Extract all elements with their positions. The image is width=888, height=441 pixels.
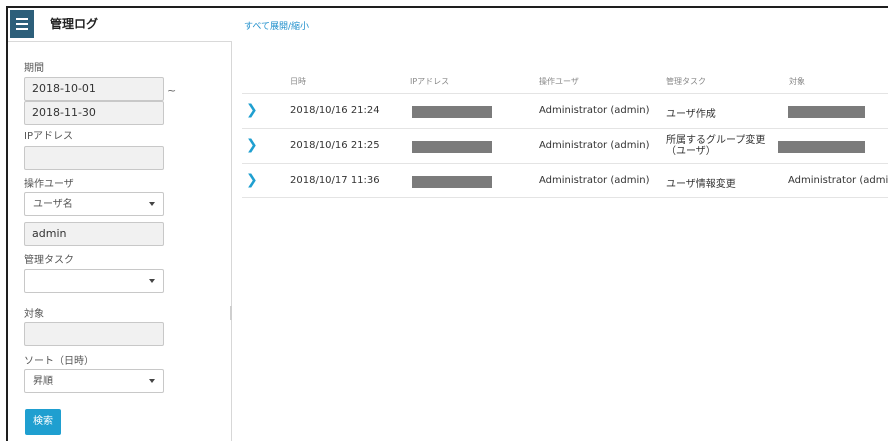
operator-type-select[interactable]: ユーザ名: [24, 192, 164, 216]
period-label: 期間: [24, 63, 44, 74]
chevron-right-icon[interactable]: ❯: [246, 138, 258, 152]
task-label: 管理タスク: [24, 255, 74, 266]
redacted-target: [778, 141, 865, 153]
task-select[interactable]: [24, 269, 164, 293]
operator-label: 操作ユーザ: [24, 179, 74, 190]
expand-collapse-all-link[interactable]: すべて展開/縮小: [244, 19, 309, 32]
log-table: 日時 IPアドレス 操作ユーザ 管理タスク 対象 ❯ 2018/10/16 21…: [242, 71, 888, 198]
main-content: すべて展開/縮小 日時 IPアドレス 操作ユーザ 管理タスク 対象 ❯ 2018…: [232, 8, 888, 441]
row-datetime: 2018/10/16 21:24: [290, 105, 380, 116]
chevron-down-icon: [149, 279, 155, 283]
chevron-right-icon[interactable]: ❯: [246, 173, 258, 187]
app-frame: 管理ログ 期間 2018-10-01 ~ 2018-11-30 IPアドレス 操…: [6, 6, 888, 441]
redacted-ip: [412, 141, 492, 153]
target-label: 対象: [24, 309, 44, 320]
redacted-target: [788, 106, 865, 118]
column-header-datetime[interactable]: 日時: [290, 76, 306, 87]
row-datetime: 2018/10/16 21:25: [290, 140, 380, 151]
sort-select[interactable]: 昇順: [24, 369, 164, 393]
row-datetime: 2018/10/17 11:36: [290, 175, 380, 186]
period-from-input[interactable]: 2018-10-01: [24, 77, 164, 101]
column-header-target[interactable]: 対象: [789, 76, 805, 87]
filter-sidebar: 管理ログ 期間 2018-10-01 ~ 2018-11-30 IPアドレス 操…: [8, 8, 232, 441]
column-header-operator[interactable]: 操作ユーザ: [539, 76, 579, 87]
row-operator: Administrator (admin): [539, 140, 650, 151]
target-input[interactable]: [24, 322, 164, 346]
ip-input[interactable]: [24, 146, 164, 170]
sidebar-header: 管理ログ: [8, 8, 232, 42]
period-to-input[interactable]: 2018-11-30: [24, 101, 164, 125]
chevron-down-icon: [149, 202, 155, 206]
redacted-ip: [412, 106, 492, 118]
table-row[interactable]: ❯ 2018/10/16 21:25 Administrator (admin)…: [242, 128, 888, 163]
row-task: ユーザ情報変更: [666, 179, 736, 190]
page-title: 管理ログ: [50, 17, 99, 31]
row-operator: Administrator (admin): [539, 105, 650, 116]
redacted-ip: [412, 176, 492, 188]
table-row[interactable]: ❯ 2018/10/16 21:24 Administrator (admin)…: [242, 93, 888, 128]
column-header-ip[interactable]: IPアドレス: [410, 76, 449, 87]
chevron-down-icon: [149, 379, 155, 383]
row-task: ユーザ作成: [666, 109, 716, 120]
row-target: Administrator (admin): [788, 175, 888, 186]
table-header: 日時 IPアドレス 操作ユーザ 管理タスク 対象: [242, 71, 888, 93]
sort-select-value: 昇順: [33, 376, 53, 387]
row-task: 所属するグループ変更（ユーザ）: [666, 135, 766, 157]
table-row[interactable]: ❯ 2018/10/17 11:36 Administrator (admin)…: [242, 163, 888, 198]
search-button[interactable]: 検索: [25, 409, 61, 435]
period-separator: ~: [167, 84, 177, 97]
ip-label: IPアドレス: [24, 131, 73, 142]
sort-label: ソート（日時）: [24, 356, 94, 367]
hamburger-menu-icon[interactable]: [10, 10, 34, 38]
chevron-right-icon[interactable]: ❯: [246, 103, 258, 117]
operator-input[interactable]: admin: [24, 222, 164, 246]
row-operator: Administrator (admin): [539, 175, 650, 186]
column-header-task[interactable]: 管理タスク: [666, 76, 706, 87]
operator-type-value: ユーザ名: [33, 199, 73, 210]
